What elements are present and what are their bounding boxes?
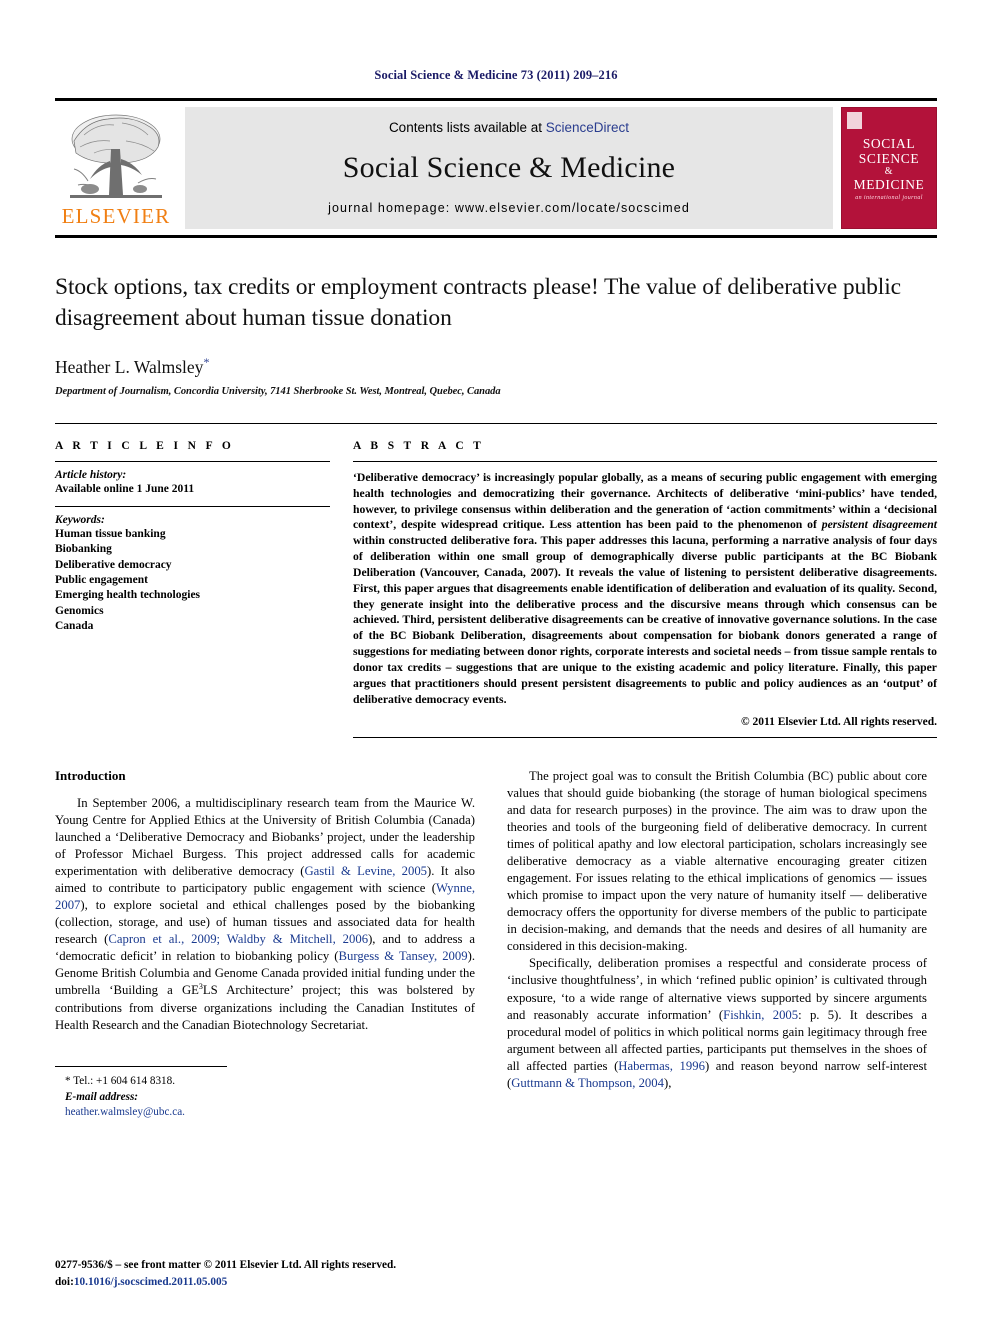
journal-name: Social Science & Medicine: [342, 151, 676, 184]
article-info-column: A R T I C L E I N F O Article history: A…: [55, 424, 348, 738]
para-text: ),: [663, 1075, 672, 1090]
contents-prefix: Contents lists available at: [388, 120, 546, 135]
keyword-item: Deliberative democracy: [55, 558, 172, 571]
corresponding-author-marker: *: [203, 355, 210, 370]
article-history-value: Available online 1 June 2011: [55, 482, 195, 495]
cover-title-line2: SCIENCE: [858, 151, 920, 167]
journal-masthead: ELSEVIER Contents lists available at Sci…: [55, 98, 937, 238]
abstract-copyright: © 2011 Elsevier Ltd. All rights reserved…: [741, 715, 937, 728]
citation-link[interactable]: Capron et al., 2009; Waldby & Mitchell, …: [108, 932, 368, 946]
keyword-item: Biobanking: [55, 543, 112, 556]
keywords-label: Keywords:: [55, 514, 105, 527]
running-head: Social Science & Medicine 73 (2011) 209–…: [374, 68, 618, 82]
citation-link[interactable]: Gastil & Levine, 2005: [305, 864, 428, 878]
title-block: Stock options, tax credits or employment…: [55, 272, 937, 397]
email-link[interactable]: heather.walmsley@ubc.ca.: [65, 1106, 185, 1118]
abstract-text: ‘Deliberative democracy’ is increasingly…: [353, 462, 937, 708]
elsevier-tree-icon: [70, 114, 162, 198]
abstract-column: A B S T R A C T ‘Deliberative democracy’…: [348, 424, 937, 738]
cover-title-ampersand: &: [884, 166, 894, 178]
elsevier-logo: ELSEVIER: [55, 107, 177, 229]
author-name: Heather L. Walmsley*: [55, 355, 937, 378]
cover-subtitle: an international journal: [855, 195, 923, 202]
keywords-group: Keywords: Human tissue banking Biobankin…: [55, 507, 330, 643]
article-history-group: Article history: Available online 1 June…: [55, 462, 330, 506]
keyword-item: Emerging health technologies: [55, 589, 201, 602]
citation-link[interactable]: Guttmann & Thompson, 2004: [511, 1076, 664, 1090]
abstract-part-2: within constructed deliberative fora. Th…: [353, 534, 937, 706]
abstract-italic-phrase: persistent disagreement: [821, 518, 937, 532]
citation-link[interactable]: Fishkin, 2005: [723, 1008, 798, 1022]
body-columns: Introduction In September 2006, a multid…: [55, 768, 937, 1121]
keyword-item: Canada: [55, 619, 94, 632]
keyword-item: Public engagement: [55, 573, 148, 586]
paragraph: The project goal was to consult the Brit…: [507, 768, 927, 954]
section-heading-introduction: Introduction: [55, 767, 126, 783]
journal-cover-thumbnail: SOCIAL SCIENCE & MEDICINE an internation…: [841, 107, 937, 229]
sciencedirect-link[interactable]: ScienceDirect: [546, 120, 629, 135]
citation-link[interactable]: Burgess & Tansey, 2009: [339, 949, 468, 963]
cover-title-line3: MEDICINE: [853, 177, 925, 193]
cover-elsevier-mini-logo: [847, 112, 862, 129]
body-right-column: The project goal was to consult the Brit…: [507, 768, 927, 1121]
paragraph: In September 2006, a multidisciplinary r…: [55, 795, 475, 1034]
elsevier-wordmark: ELSEVIER: [61, 204, 171, 228]
page-footer: 0277-9536/$ – see front matter © 2011 El…: [55, 1257, 396, 1290]
cover-title-line1: SOCIAL: [862, 136, 916, 151]
journal-homepage-link[interactable]: journal homepage: www.elsevier.com/locat…: [328, 201, 690, 215]
article-page: Social Science & Medicine 73 (2011) 209–…: [0, 0, 992, 1323]
article-history-label: Article history:: [55, 468, 127, 481]
paragraph: Specifically, deliberation promises a re…: [507, 955, 927, 1092]
abstract-rule-bottom: [353, 736, 937, 738]
sciencedirect-banner: Contents lists available at ScienceDirec…: [185, 107, 833, 229]
author-label: Heather L. Walmsley: [55, 356, 204, 377]
cover-title: SOCIAL SCIENCE & MEDICINE: [854, 136, 925, 192]
body-left-column: Introduction In September 2006, a multid…: [55, 768, 475, 1121]
front-matter-line: 0277-9536/$ – see front matter © 2011 El…: [55, 1259, 397, 1272]
abstract-heading: A B S T R A C T: [353, 439, 485, 452]
info-abstract-section: A R T I C L E I N F O Article history: A…: [55, 422, 937, 738]
footnote-divider: [55, 1065, 227, 1067]
footnote-telephone: * Tel.: +1 604 614 8318.: [65, 1074, 176, 1087]
doi-label: doi:: [55, 1275, 74, 1288]
footnote-email: E-mail address: heather.walmsley@ubc.ca.: [55, 1090, 245, 1121]
author-affiliation: Department of Journalism, Concordia Univ…: [55, 385, 501, 397]
page-title: Stock options, tax credits or employment…: [55, 274, 902, 332]
doi-line: doi:10.1016/j.socscimed.2011.05.005: [55, 1274, 396, 1290]
keyword-item: Human tissue banking: [55, 528, 166, 541]
article-info-heading: A R T I C L E I N F O: [55, 439, 235, 452]
doi-link[interactable]: 10.1016/j.socscimed.2011.05.005: [74, 1276, 227, 1288]
citation-link[interactable]: Habermas, 1996: [618, 1059, 705, 1073]
footnote-block: * Tel.: +1 604 614 8318. E-mail address:…: [55, 1065, 245, 1121]
contents-available-line: Contents lists available at ScienceDirec…: [389, 120, 629, 135]
footnote-email-label: E-mail address:: [65, 1090, 139, 1103]
keyword-item: Genomics: [55, 604, 104, 617]
